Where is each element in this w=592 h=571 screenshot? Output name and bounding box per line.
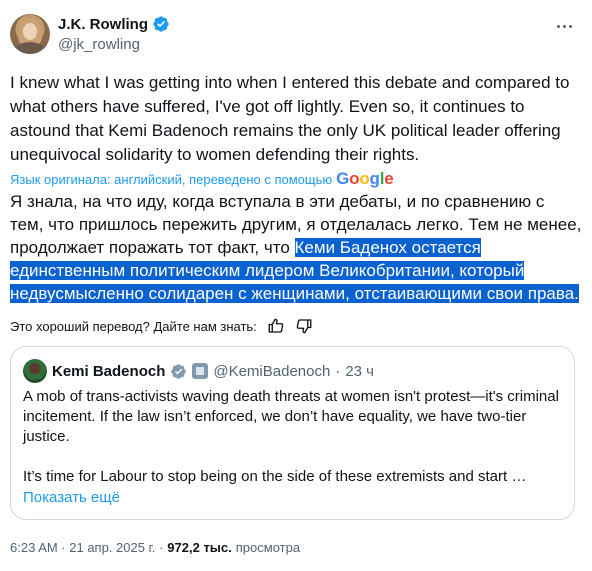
quoted-tweet-time: 23 ч [345,362,374,380]
quoted-author-avatar [23,359,47,383]
tweet-timestamp[interactable]: 6:23 AM · 21 апр. 2025 г. · [10,540,163,555]
thumbs-up-icon[interactable] [267,317,285,335]
author-avatar[interactable] [10,14,50,54]
separator-dot: · [335,362,341,380]
quoted-tweet-header: Kemi Badenoch @KemiBadenoch · 23 ч [23,359,374,383]
show-more-link[interactable]: Показать ещё [23,489,120,506]
quoted-author-name: Kemi Badenoch [52,362,166,380]
more-options-button[interactable] [554,16,574,36]
quoted-author-handle: @KemiBadenoch [213,362,331,380]
views-label: просмотра [235,540,301,555]
quoted-tweet[interactable]: Kemi Badenoch @KemiBadenoch · 23 ч A mob… [10,346,575,520]
author-handle[interactable]: @jk_rowling [58,36,170,53]
translated-text: Я знала, на что иду, когда вступала в эт… [10,190,582,305]
translation-attribution-text: Язык оригинала: английский, переведено с… [10,171,333,187]
author-display-name[interactable]: J.K. Rowling [58,16,148,33]
tweet-header: J.K. Rowling @jk_rowling [10,14,582,58]
tweet-meta: 6:23 AM · 21 апр. 2025 г. · 972,2 тыс. п… [10,540,300,555]
views-count: 972,2 тыс. [167,540,232,555]
more-dots-icon [556,24,560,28]
quoted-tweet-text: A mob of trans-activists waving death th… [23,387,563,487]
verified-badge-icon [153,16,169,32]
thumbs-down-icon[interactable] [295,317,313,335]
grey-verified-badge-icon [171,363,187,379]
tweet-text: I knew what I was getting into when I en… [10,73,570,164]
translation-attribution[interactable]: Язык оригинала: английский, переведено с… [10,169,394,189]
quoted-paragraph: A mob of trans-activists waving death th… [23,388,559,445]
feedback-prompt: Это хороший перевод? Дайте нам знать: [10,318,257,334]
author-info: J.K. Rowling @jk_rowling [58,15,170,53]
government-affiliation-icon [192,363,209,379]
google-logo-icon: Google [336,169,394,188]
quoted-paragraph: It’s time for Labour to stop being on th… [23,468,527,485]
translation-feedback: Это хороший перевод? Дайте нам знать: [10,317,313,335]
